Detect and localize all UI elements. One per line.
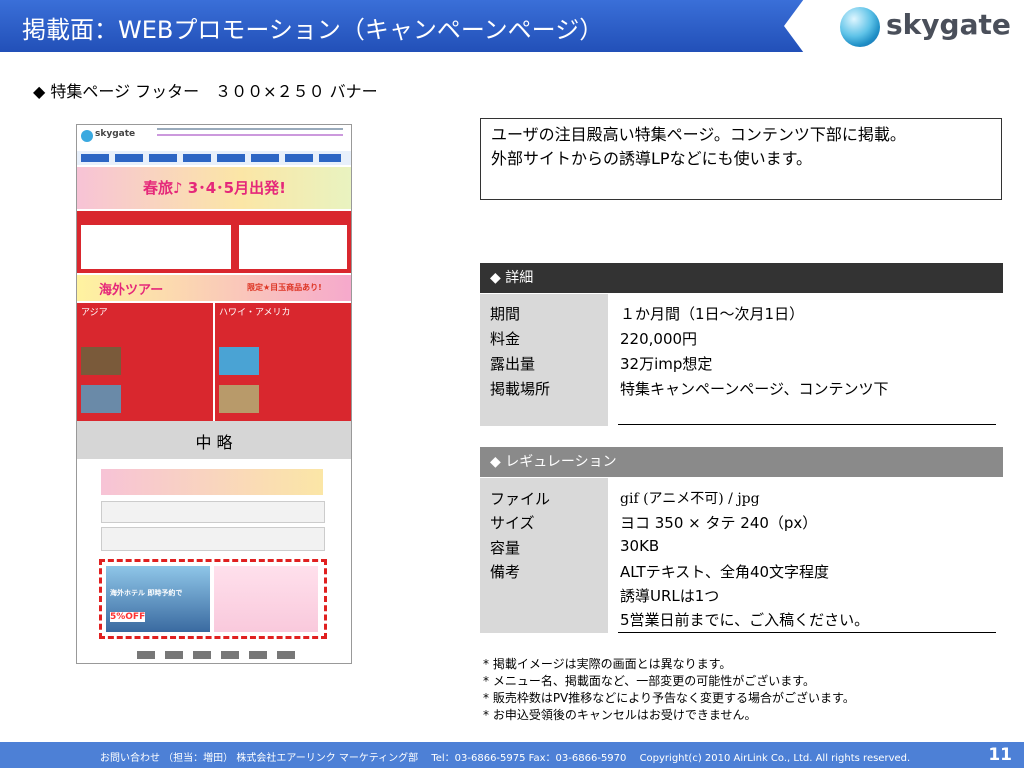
slide-footer: お問い合わせ （担当：増田） 株式会社エアーリンク マーケティング部 Tel：0… <box>0 742 1024 768</box>
regulation-header: ◆ レギュレーション <box>480 447 1003 477</box>
details-value-price: 220,000円 <box>620 330 698 348</box>
logo-globe-icon <box>840 7 880 47</box>
regulation-label-file: ファイル <box>490 490 551 508</box>
mockup-ellipsis: 中 略 <box>77 421 351 459</box>
mockup-insurance-banner <box>214 566 318 632</box>
note-2: * メニュー名、掲載面など、一部変更の可能性がございます。 <box>483 674 816 688</box>
mockup-banner-slots: 海外ホテル 即時予約で 5%OFF <box>99 559 327 639</box>
mockup-hawaii-text: ハワイ・アメリカ <box>219 308 291 318</box>
description-box: ユーザの注目殿高い特集ページ。コンテンツ下部に掲載。 外部サイトからの誘導LPな… <box>480 118 1002 200</box>
regulation-value-notes: ALTテキスト、全角40文字程度 <box>620 563 830 581</box>
description-line-1: ユーザの注目殿高い特集ページ。コンテンツ下部に掲載。 <box>491 125 906 144</box>
note-3: * 販売枠数はPV推移などにより予告なく変更する場合がございます。 <box>483 691 855 705</box>
details-label-period: 期間 <box>490 305 521 323</box>
logo-text: skygate <box>886 8 1011 41</box>
regulation-value-size: ヨコ 350 × タテ 240（px） <box>620 514 818 532</box>
mockup-logo-icon <box>81 130 93 142</box>
details-header: ◆ 詳細 <box>480 263 1003 293</box>
skygate-logo: skygate <box>784 0 1024 52</box>
mockup-asia-text: アジア <box>81 308 108 318</box>
mockup-nav <box>77 151 351 165</box>
details-label-price: 料金 <box>490 330 521 348</box>
regulation-value-file: gif (アニメ不可) / jpg <box>620 491 760 507</box>
regulation-divider <box>618 632 996 633</box>
mockup-banner: 春旅♪ 3･4･5月出発! <box>77 167 351 209</box>
slide-title: 掲載面：WEBプロモーション（キャンペーンページ） <box>22 16 604 44</box>
details-label-location: 掲載場所 <box>490 380 551 398</box>
mockup-logo-text: skygate <box>95 129 136 139</box>
mockup-hawaii-panel: ハワイ・アメリカ <box>215 303 351 421</box>
subheading: ◆ 特集ページ フッター ３００×２５０ バナー <box>33 82 378 101</box>
regulation-value-capacity: 30KB <box>620 537 660 555</box>
mockup-small-banner <box>101 469 323 495</box>
mockup-ellipsis-label: 中 略 <box>195 433 233 452</box>
mockup-discount: 5%OFF <box>110 612 146 622</box>
regulation-label-capacity: 容量 <box>490 539 521 557</box>
mockup-hotel-banner: 海外ホテル 即時予約で 5%OFF <box>106 566 210 632</box>
regulation-label-size: サイズ <box>490 514 535 532</box>
details-label-exposure: 露出量 <box>490 355 536 373</box>
regulation-extra-deadline: 5営業日前までに、ご入稿ください。 <box>620 611 870 629</box>
details-value-exposure: 32万imp想定 <box>620 355 713 373</box>
mockup-tour-bar: 海外ツアー 限定★目玉商品あり! <box>77 275 351 301</box>
regulation-label-notes: 備考 <box>490 563 521 581</box>
details-divider <box>618 424 996 425</box>
mockup-asia-panel: アジア <box>77 303 213 421</box>
mockup-promo-text: 限定★目玉商品あり! <box>247 283 322 292</box>
mockup-banner-text: 春旅♪ 3･4･5月出発! <box>143 179 286 197</box>
page-number: 11 <box>988 745 1012 765</box>
details-value-location: 特集キャンペーンページ、コンテンツ下 <box>620 380 889 398</box>
note-1: * 掲載イメージは実際の画面とは異なります。 <box>483 657 732 671</box>
regulation-extra-url: 誘導URLは1つ <box>620 587 720 605</box>
note-4: * お申込受領後のキャンセルはお受けできません。 <box>483 708 757 722</box>
description-line-2: 外部サイトからの誘導LPなどにも使います。 <box>491 149 812 168</box>
mockup-red-block <box>77 211 351 273</box>
footer-contact: お問い合わせ （担当：増田） 株式会社エアーリンク マーケティング部 Tel：0… <box>100 753 911 764</box>
mockup-topbar: skygate <box>77 125 351 152</box>
slide-header: 掲載面：WEBプロモーション（キャンペーンページ） skygate <box>0 0 1024 52</box>
page-mockup: skygate 春旅♪ 3･4･5月出発! 海外ツアー 限定★目玉商品あり! ア… <box>76 124 352 664</box>
mockup-tour-text: 海外ツアー <box>99 283 164 298</box>
details-value-period: １か月間（1日～次月1日） <box>620 305 805 323</box>
mockup-hotel-text: 海外ホテル 即時予約で <box>110 589 183 597</box>
notes: * 掲載イメージは実際の画面とは異なります。 * メニュー名、掲載面など、一部変… <box>483 656 855 724</box>
